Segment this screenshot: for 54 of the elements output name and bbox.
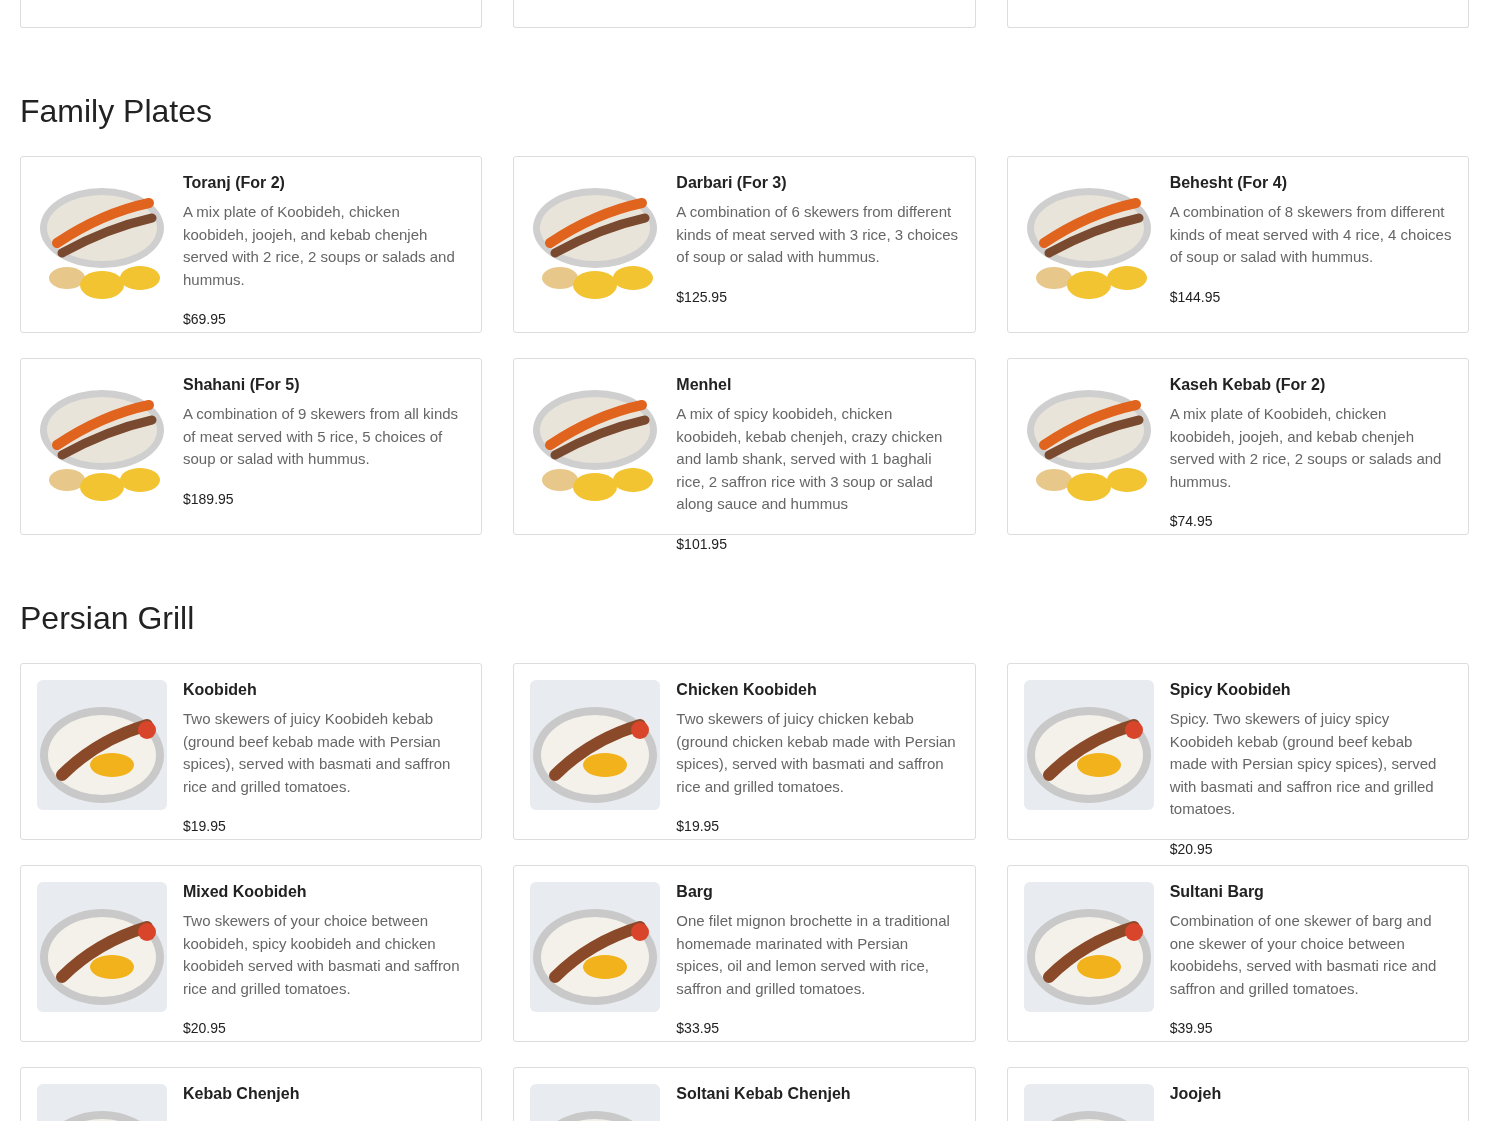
item-description: A combination of 9 skewers from all kinds of meat served with 5 rice, 5 choices of soup or salad with hummus.	[183, 404, 460, 469]
item-description: Two skewers of juicy Koobideh kebab (ground beef kebab made with Persian spices), served with basmati and saffron rice and grilled tomatoes.	[183, 709, 452, 797]
item-name: Menhel	[676, 375, 733, 395]
item-name: Toranj (For 2)	[183, 173, 286, 193]
item-price: $69.95	[183, 310, 227, 329]
menu-item-card[interactable]: Shahani (For 5) A combination of 9 skewers from all kinds of meat served with 5 rice, 5 choices of soup or salad with hummus. $189.95	[20, 358, 483, 535]
item-description: Two skewers of your choice between koobideh, spicy koobideh and chicken koobideh served with basmati and saffron rice and grilled tomatoes.	[183, 911, 461, 999]
item-name: Soltani Kebab Chenjeh	[676, 1084, 851, 1104]
item-description: A mix plate of Koobideh, chicken koobideh, joojeh, and kebab chenjeh served with 2 rice, 2 soups or salads and hummus.	[183, 202, 456, 290]
item-price: $19.95	[183, 817, 227, 836]
menu-item-card[interactable]: Darbari (For 3) A combination of 6 skewers from different kinds of meat served with 3 rice, 3 choices of soup or salad with hummus. $125.95	[513, 156, 976, 333]
section-heading: Family Plates	[20, 92, 214, 130]
item-description: A mix plate of Koobideh, chicken koobideh, joojeh, and kebab chenjeh served with 2 rice, 2 soups or salads and hummus.	[1169, 404, 1443, 492]
item-price: $189.95	[183, 489, 235, 509]
item-name: Mixed Koobideh	[183, 882, 308, 902]
menu-item-card[interactable]: Koobideh Two skewers of juicy Koobideh kebab (ground beef kebab made with Persian spices), served with basmati and saffron rice and grilled tomatoes. $19.95	[20, 663, 483, 840]
item-price: $19.95	[676, 817, 721, 836]
item-description: A combination of 8 skewers from different kinds of meat served with 4 rice, 4 choices of soup or salad with hummus.	[1169, 202, 1452, 267]
item-description: A mix of spicy koobideh, chicken koobideh, kebab chenjeh, crazy chicken and lamb shank, served with 1 baghali rice, 2 saffron rice with 3 soup or salad along sauce and hummus	[676, 404, 944, 514]
menu-item-card[interactable]: Chicken Koobideh Two skewers of juicy chicken kebab (ground chicken kebab made with Persian spices), served with basmati and saffron rice and grilled tomatoes. $19.95	[513, 663, 976, 840]
item-name: Chicken Koobideh	[676, 680, 818, 700]
menu-item-card[interactable]: Sultani Barg Combination of one skewer of barg and one skewer of your choice between koobidehs, served with basmati rice and saffron and grilled tomatoes. $39.95	[1006, 865, 1469, 1042]
item-price: $20.95	[183, 1019, 227, 1038]
item-price: $33.95	[676, 1019, 721, 1038]
item-price: $20.95	[1169, 839, 1214, 859]
menu-item-card[interactable]: Kaseh Kebab (For 2) A mix plate of Koobideh, chicken koobideh, joojeh, and kebab chenjeh served with 2 rice, 2 soups or salads and hummus. $74.95	[1006, 358, 1469, 535]
menu-item-card[interactable]: Mixed Koobideh Two skewers of your choice between koobideh, spicy koobideh and chicken koobideh served with basmati and saffron rice and grilled tomatoes. $20.95	[20, 865, 483, 1042]
menu-item-card[interactable]: Joojeh	[1006, 1067, 1469, 1121]
item-price: $101.95	[676, 534, 728, 554]
item-name: Darbari (For 3)	[676, 173, 788, 193]
menu-item-card[interactable]: Soltani Kebab Chenjeh	[513, 1067, 976, 1121]
menu-item-card[interactable]: Behesht (For 4) A combination of 8 skewers from different kinds of meat served with 4 rice, 4 choices of soup or salad with hummus. $144.95	[1006, 156, 1469, 333]
item-name: Sultani Barg	[1169, 882, 1265, 902]
item-name: Barg	[676, 882, 714, 902]
item-name: Kebab Chenjeh	[183, 1084, 300, 1104]
menu-item-card[interactable]: Toranj (For 2) A mix plate of Koobideh, chicken koobideh, joojeh, and kebab chenjeh served with 2 rice, 2 soups or salads and hummus. $69.95	[20, 156, 483, 333]
item-description: One filet mignon brochette in a traditional homemade marinated with Persian spices, oil and lemon served with rice, saffron and grilled tomatoes.	[676, 911, 951, 999]
item-price: $74.95	[1169, 512, 1214, 531]
item-description: Two skewers of juicy chicken kebab (ground chicken kebab made with Persian spices), served with basmati and saffron rice and grilled tomatoes.	[676, 709, 957, 797]
item-description: Spicy. Two skewers of juicy spicy Koobideh kebab (ground beef kebab made with Persian spicy spices), served with basmati and saffron rice and grilled tomatoes.	[1169, 709, 1438, 819]
item-name: Shahani (For 5)	[183, 375, 301, 395]
item-price: $39.95	[1169, 1019, 1214, 1038]
menu-item-card[interactable]: Barg One filet mignon brochette in a traditional homemade marinated with Persian spices, oil and lemon served with rice, saffron and grilled tomatoes. $33.95	[513, 865, 976, 1042]
item-name: Joojeh	[1169, 1084, 1222, 1104]
item-name: Koobideh	[183, 680, 258, 700]
section-heading: Persian Grill	[20, 599, 196, 637]
item-name: Behesht (For 4)	[1169, 173, 1288, 193]
menu-item-card[interactable]: Kebab Chenjeh	[20, 1067, 483, 1121]
item-description: A combination of 6 skewers from different kinds of meat served with 3 rice, 3 choices of soup or salad with hummus.	[676, 202, 959, 267]
item-name: Spicy Koobideh	[1169, 680, 1292, 700]
item-price: $144.95	[1169, 287, 1222, 307]
item-price: $125.95	[676, 287, 728, 307]
item-description: Combination of one skewer of barg and one skewer of your choice between koobidehs, served with basmati rice and saffron and grilled tomatoes.	[1169, 911, 1438, 999]
item-name: Kaseh Kebab (For 2)	[1169, 375, 1327, 395]
